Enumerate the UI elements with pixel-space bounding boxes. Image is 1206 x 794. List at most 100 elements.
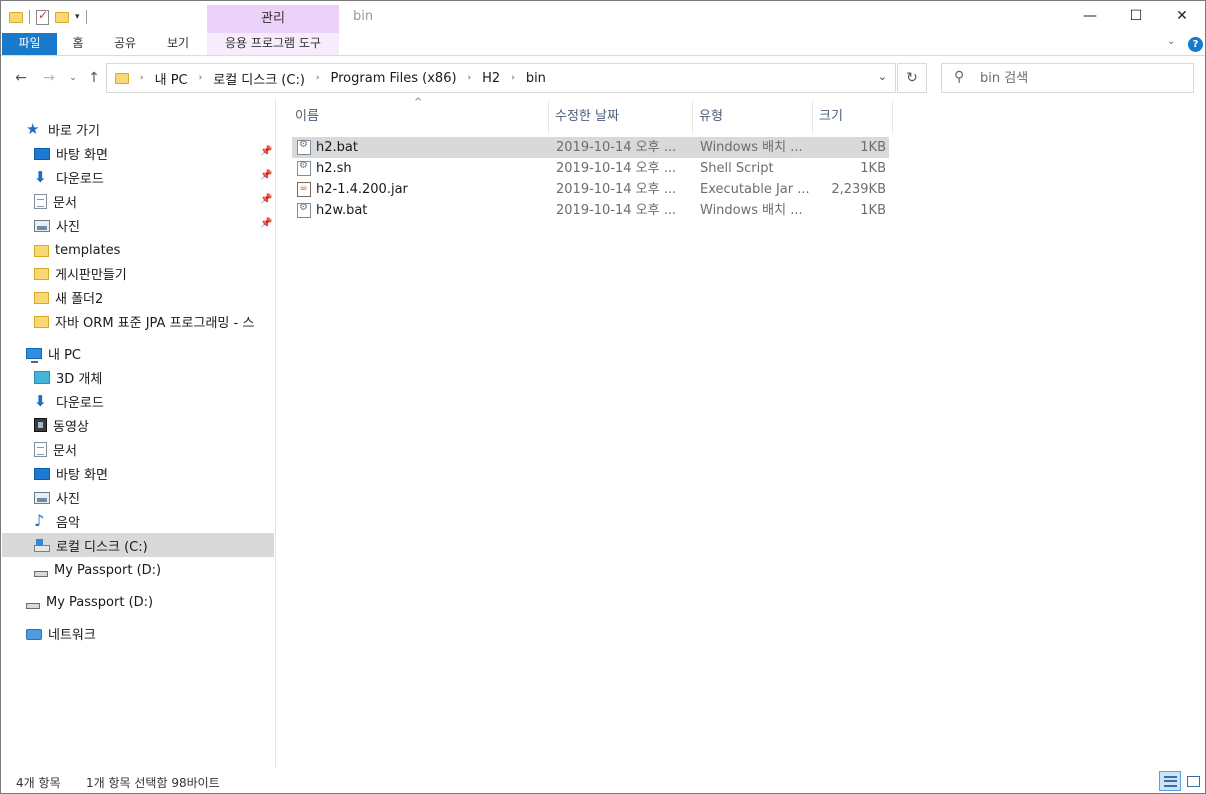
nav-quick-access[interactable]: ★ 바로 가기 [2, 117, 274, 141]
nav-pictures[interactable]: 사진 📌 [2, 213, 274, 237]
chevron-right-icon[interactable]: › [506, 73, 520, 83]
refresh-button[interactable]: ↻ [897, 63, 927, 93]
nav-templates[interactable]: templates [2, 238, 274, 262]
file-name: h2w.bat [316, 203, 368, 218]
file-type: Executable Jar ... [700, 182, 810, 197]
recent-locations-button[interactable]: ⌄ [63, 67, 83, 89]
desktop-icon [34, 468, 50, 480]
up-button[interactable]: ↑ [84, 67, 104, 89]
folder-icon [115, 72, 129, 84]
hard-drive-icon [34, 538, 50, 552]
search-icon: ⚲ [954, 69, 965, 85]
breadcrumb-bin[interactable]: bin [520, 71, 552, 86]
context-tab-header: 관리 [207, 5, 339, 33]
tab-home[interactable]: 홈 [63, 33, 93, 55]
help-icon[interactable]: ? [1188, 37, 1203, 52]
file-size: 1KB [860, 161, 886, 176]
expand-ribbon-icon[interactable]: ⌄ [1167, 36, 1175, 47]
file-row[interactable]: h2w.bat 2019-10-14 오후 ... Windows 배치 ...… [292, 200, 889, 221]
breadcrumb-local-disk[interactable]: 로컬 디스크 (C:) [207, 69, 311, 88]
details-view-button[interactable] [1159, 771, 1181, 791]
computer-icon [26, 348, 42, 363]
nav-board-folder[interactable]: 게시판만들기 [2, 261, 274, 285]
toolbar-divider [29, 10, 30, 24]
column-header-size[interactable]: 크기 [813, 101, 893, 133]
nav-network[interactable]: 네트워크 [2, 621, 274, 645]
file-row[interactable]: h2.bat 2019-10-14 오후 ... Windows 배치 ... … [292, 137, 889, 158]
breadcrumb-h2[interactable]: H2 [476, 71, 506, 86]
video-icon [34, 418, 47, 432]
pin-icon[interactable]: 📌 [260, 146, 272, 157]
navigation-pane: ★ 바로 가기 바탕 화면 📌 ⬇ 다운로드 📌 문서 📌 사진 📌 templ… [2, 99, 276, 769]
close-button[interactable]: ✕ [1159, 1, 1205, 31]
minimize-button[interactable]: — [1067, 1, 1113, 31]
file-name: h2.sh [316, 161, 352, 176]
back-button[interactable]: ← [11, 67, 31, 89]
pin-icon[interactable]: 📌 [260, 194, 272, 205]
picture-icon [34, 220, 50, 232]
new-folder-icon[interactable] [55, 11, 69, 23]
nav-music[interactable]: ♪ 음악 [2, 509, 274, 533]
nav-my-passport[interactable]: My Passport (D:) [2, 590, 274, 614]
nav-this-pc[interactable]: 내 PC [2, 341, 274, 365]
bat-file-icon [297, 202, 311, 218]
nav-local-disk[interactable]: 로컬 디스크 (C:) [2, 533, 274, 557]
file-name: h2-1.4.200.jar [316, 182, 408, 197]
column-header-type[interactable]: 유형 [693, 101, 813, 133]
nav-new-folder2[interactable]: 새 폴더2 [2, 285, 274, 309]
toolbar-divider [85, 10, 87, 24]
nav-pc-pictures[interactable]: 사진 [2, 485, 274, 509]
file-row[interactable]: h2.sh 2019-10-14 오후 ... Shell Script 1KB [292, 158, 889, 179]
large-icons-view-button[interactable] [1182, 771, 1204, 791]
breadcrumb: › 내 PC › 로컬 디스크 (C:) › Program Files (x8… [115, 64, 552, 92]
breadcrumb-program-files[interactable]: Program Files (x86) [325, 71, 463, 86]
file-list-pane: ^ 이름 수정한 날짜 유형 크기 h2.bat 2019-10-14 오후 .… [277, 97, 1205, 769]
forward-button[interactable]: → [39, 67, 59, 89]
nav-jpa-folder[interactable]: 자바 ORM 표준 JPA 프로그래밍 - 스 [2, 309, 274, 333]
customize-toolbar-icon[interactable]: ▾ [75, 12, 80, 22]
column-header-date[interactable]: 수정한 날짜 [549, 101, 693, 133]
external-drive-icon [26, 602, 40, 609]
pin-icon[interactable]: 📌 [260, 218, 272, 229]
nav-pc-downloads[interactable]: ⬇ 다운로드 [2, 389, 274, 413]
file-type: Windows 배치 ... [700, 203, 803, 218]
column-header-name[interactable]: 이름 [289, 101, 549, 133]
folder-icon [9, 11, 23, 23]
address-bar[interactable]: › 내 PC › 로컬 디스크 (C:) › Program Files (x8… [106, 63, 896, 93]
music-note-icon: ♪ [34, 511, 45, 530]
title-bar: ▾ 관리 bin — ☐ ✕ [1, 1, 1205, 33]
chevron-down-icon[interactable]: ⌄ [878, 70, 887, 83]
nav-my-passport-pc[interactable]: My Passport (D:) [2, 558, 274, 582]
nav-documents[interactable]: 문서 📌 [2, 189, 274, 213]
tab-view[interactable]: 보기 [159, 33, 197, 55]
bat-file-icon [297, 139, 311, 155]
maximize-button[interactable]: ☐ [1113, 1, 1159, 31]
tab-file[interactable]: 파일 [2, 33, 57, 55]
search-box[interactable]: ⚲ [941, 63, 1194, 93]
nav-downloads[interactable]: ⬇ 다운로드 📌 [2, 165, 274, 189]
properties-icon[interactable] [36, 8, 49, 25]
search-input[interactable] [980, 68, 1180, 88]
chevron-right-icon[interactable]: › [463, 73, 477, 83]
tab-application-tools[interactable]: 응용 프로그램 도구 [207, 33, 339, 55]
chevron-right-icon[interactable]: › [311, 73, 325, 83]
nav-videos[interactable]: 동영상 [2, 413, 274, 437]
pin-icon[interactable]: 📌 [260, 170, 272, 181]
download-icon: ⬇ [34, 168, 47, 186]
nav-3d-objects[interactable]: 3D 개체 [2, 365, 274, 389]
nav-pc-documents[interactable]: 문서 [2, 437, 274, 461]
nav-desktop[interactable]: 바탕 화면 📌 [2, 141, 274, 165]
tab-share[interactable]: 공유 [107, 33, 143, 55]
cube-icon [34, 371, 50, 384]
nav-pc-desktop[interactable]: 바탕 화면 [2, 461, 274, 485]
chevron-right-icon[interactable]: › [135, 73, 149, 83]
desktop-icon [34, 148, 50, 160]
chevron-right-icon[interactable]: › [194, 73, 208, 83]
file-row[interactable]: h2-1.4.200.jar 2019-10-14 오후 ... Executa… [292, 179, 889, 200]
breadcrumb-this-pc[interactable]: 내 PC [149, 69, 194, 88]
document-icon [34, 193, 47, 209]
window-title: bin [353, 9, 374, 24]
jar-file-icon [297, 182, 311, 197]
file-date: 2019-10-14 오후 ... [556, 140, 677, 155]
script-file-icon [297, 160, 311, 176]
